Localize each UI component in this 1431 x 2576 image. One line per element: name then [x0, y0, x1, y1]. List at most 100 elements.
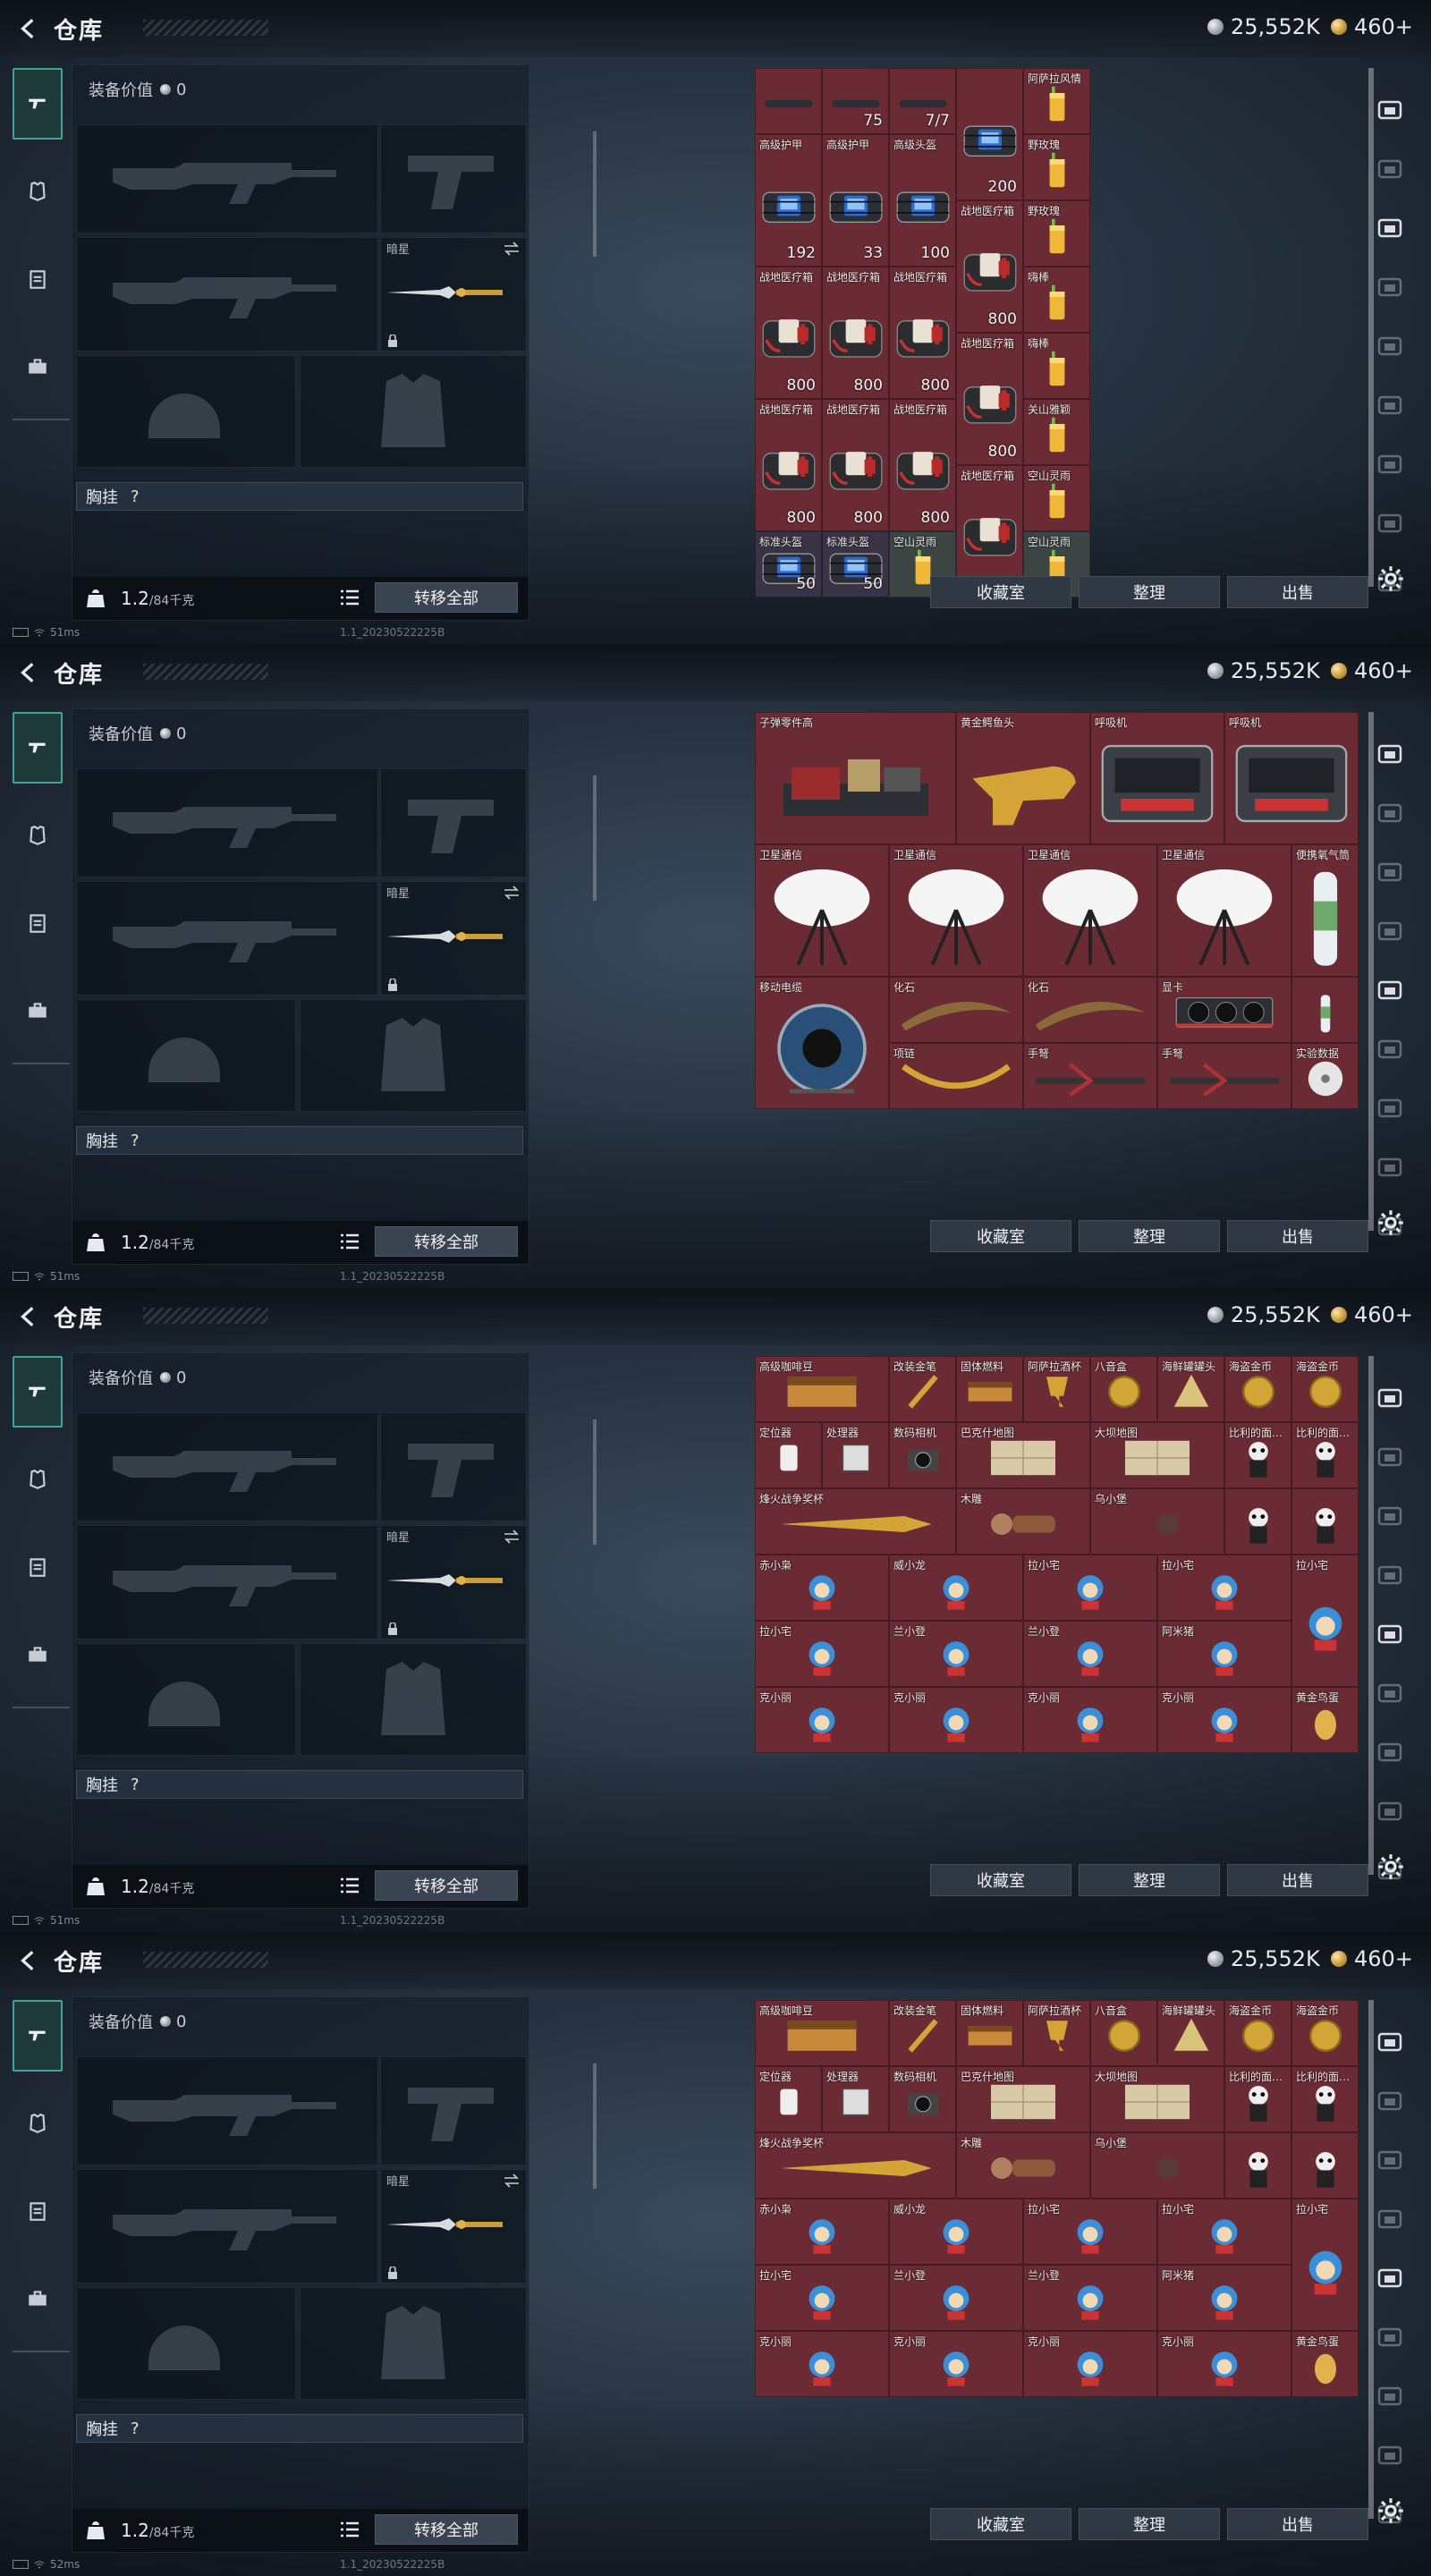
- stash-item[interactable]: 大坝地图: [1090, 1422, 1224, 1488]
- stash-item[interactable]: 数码相机: [889, 1422, 956, 1488]
- sidearm-slot[interactable]: [380, 124, 527, 233]
- stash-item[interactable]: 空山灵雨: [1023, 465, 1090, 531]
- stash-item[interactable]: 烽火战争奖杯: [755, 2132, 956, 2199]
- nav-weapons[interactable]: [13, 68, 63, 140]
- transfer-all-button[interactable]: 转移全部: [375, 2514, 518, 2545]
- gear-icon[interactable]: [1377, 1853, 1404, 1880]
- armor-slot[interactable]: [300, 2287, 527, 2400]
- nav-gear[interactable]: [13, 243, 63, 315]
- stash-item[interactable]: 卫星通信: [755, 844, 889, 977]
- melee-slot[interactable]: 暗星: [380, 881, 527, 996]
- stash-item[interactable]: 海盗金币: [1291, 2000, 1359, 2066]
- stash-item[interactable]: 高级咖啡豆: [755, 2000, 889, 2066]
- stash-page-tab[interactable]: [1372, 1605, 1408, 1664]
- gear-icon[interactable]: [1377, 565, 1404, 592]
- stash-item[interactable]: 处理器: [822, 2066, 889, 2132]
- silver-currency[interactable]: 25,552K: [1207, 14, 1320, 39]
- stash-item[interactable]: 威小龙: [889, 2199, 1023, 2265]
- gear-icon[interactable]: [1377, 1209, 1404, 1236]
- stash-item[interactable]: 兰小登: [1023, 1621, 1157, 1687]
- stash-item[interactable]: 移动电缆: [755, 977, 889, 1109]
- melee-slot[interactable]: 暗星: [380, 1525, 527, 1640]
- stash-item[interactable]: 克小丽: [1157, 2331, 1291, 2397]
- stash-item[interactable]: 标准头盔 50: [822, 531, 889, 597]
- sort-button[interactable]: 整理: [1079, 576, 1220, 608]
- stash-page-tab[interactable]: [1372, 1546, 1408, 1605]
- stash-item[interactable]: 克小丽: [755, 1687, 889, 1753]
- nav-case[interactable]: [13, 975, 63, 1046]
- nav-case[interactable]: [13, 1619, 63, 1690]
- stash-item[interactable]: 八音盒: [1090, 2000, 1157, 2066]
- list-icon[interactable]: [341, 1233, 359, 1250]
- stash-page-tab[interactable]: [1372, 2190, 1408, 2249]
- stash-item[interactable]: 克小丽: [1157, 1687, 1291, 1753]
- stash-item[interactable]: 巴克什地图: [956, 2066, 1090, 2132]
- swap-icon[interactable]: [503, 886, 521, 900]
- stash-item[interactable]: 阿萨拉酒杯: [1023, 1356, 1090, 1422]
- stash-page-tab[interactable]: [1372, 1723, 1408, 1782]
- stash-item[interactable]: 嗨棒: [1023, 267, 1090, 333]
- chest-rig-row[interactable]: 胸挂 ?: [76, 2414, 523, 2443]
- stash-item[interactable]: 定位器: [755, 2066, 822, 2132]
- silver-currency[interactable]: 25,552K: [1207, 658, 1320, 683]
- collection-room-button[interactable]: 收藏室: [930, 1864, 1071, 1896]
- stash-item[interactable]: 海盗金币: [1224, 2000, 1291, 2066]
- list-icon[interactable]: [341, 589, 359, 606]
- stash-item[interactable]: 黄金鸟蛋: [1291, 1687, 1359, 1753]
- stash-item[interactable]: 木雕: [956, 2132, 1090, 2199]
- stash-item[interactable]: 乌小堡: [1090, 2132, 1224, 2199]
- stash-page-tab[interactable]: [1372, 1138, 1408, 1197]
- stash-item[interactable]: 实验数据: [1291, 1043, 1359, 1109]
- chest-rig-row[interactable]: 胸挂 ?: [76, 1126, 523, 1155]
- stash-item[interactable]: 战地医疗箱 800: [889, 267, 956, 399]
- primary-weapon-slot[interactable]: [76, 768, 378, 877]
- stash-item[interactable]: 木雕: [956, 1488, 1090, 1555]
- stash-item[interactable]: 7/7: [889, 68, 956, 134]
- stash-page-tab[interactable]: [1372, 784, 1408, 843]
- stash-item[interactable]: 战地医疗箱 800: [755, 399, 822, 531]
- stash-item[interactable]: 大坝地图: [1090, 2066, 1224, 2132]
- transfer-all-button[interactable]: 转移全部: [375, 1226, 518, 1257]
- nav-armor[interactable]: [13, 2088, 63, 2159]
- stash-item[interactable]: 化石: [889, 977, 1023, 1043]
- stash-item[interactable]: 克小丽: [1023, 1687, 1157, 1753]
- stash-item[interactable]: 海盗金币: [1291, 1356, 1359, 1422]
- back-button[interactable]: [13, 657, 45, 689]
- stash-item[interactable]: 手弩: [1157, 1043, 1291, 1109]
- loadout-scrollbar[interactable]: [593, 131, 597, 257]
- stash-item[interactable]: 巴克什地图: [956, 1422, 1090, 1488]
- list-icon[interactable]: [341, 2521, 359, 2538]
- stash-page-tab[interactable]: [1372, 376, 1408, 435]
- nav-weapons[interactable]: [13, 1356, 63, 1428]
- helmet-slot[interactable]: [76, 2287, 296, 2400]
- stash-page-tab[interactable]: [1372, 1664, 1408, 1723]
- stash-item[interactable]: 改装金笔: [889, 1356, 956, 1422]
- stash-page-tab[interactable]: [1372, 258, 1408, 317]
- primary-weapon-slot[interactable]: [76, 2056, 378, 2165]
- stash-item[interactable]: 高级护甲 192: [755, 134, 822, 267]
- stash-page-tab[interactable]: [1372, 2072, 1408, 2131]
- stash-item[interactable]: 拉小宅: [755, 2265, 889, 2331]
- stash-item[interactable]: 拉小宅: [1157, 2199, 1291, 2265]
- stash-item[interactable]: 克小丽: [1023, 2331, 1157, 2397]
- loadout-scrollbar[interactable]: [593, 2063, 597, 2189]
- stash-item[interactable]: 海盗金币: [1224, 1356, 1291, 1422]
- stash-item[interactable]: 威小龙: [889, 1555, 1023, 1621]
- nav-weapons[interactable]: [13, 2000, 63, 2072]
- stash-item[interactable]: 高级头盔 100: [889, 134, 956, 267]
- stash-item[interactable]: 比利的面…: [1291, 2066, 1359, 2132]
- stash-item[interactable]: 黄金鳄鱼头: [956, 712, 1090, 844]
- sidearm-slot[interactable]: [380, 2056, 527, 2165]
- stash-item[interactable]: 固体燃料: [956, 2000, 1023, 2066]
- stash-page-tab[interactable]: [1372, 2426, 1408, 2485]
- stash-item[interactable]: 海鲜罐罐头: [1157, 2000, 1224, 2066]
- helmet-slot[interactable]: [76, 999, 296, 1112]
- chest-rig-row[interactable]: 胸挂 ?: [76, 1770, 523, 1799]
- stash-item[interactable]: 高级咖啡豆: [755, 1356, 889, 1422]
- gear-icon[interactable]: [1377, 2497, 1404, 2524]
- stash-item[interactable]: 阿萨拉风情: [1023, 68, 1090, 134]
- stash-page-tab[interactable]: [1372, 140, 1408, 199]
- stash-item[interactable]: 海鲜罐罐头: [1157, 1356, 1224, 1422]
- stash-page-tab[interactable]: [1372, 724, 1408, 784]
- stash-page-tab[interactable]: [1372, 1487, 1408, 1546]
